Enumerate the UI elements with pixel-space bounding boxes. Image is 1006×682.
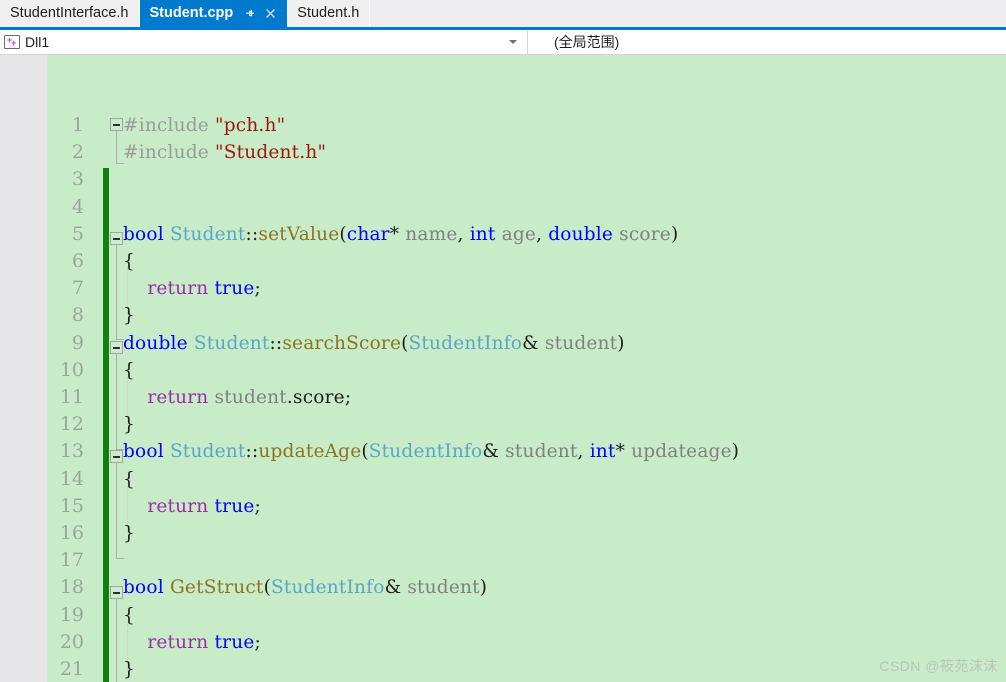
code-line[interactable]: 16} (0, 520, 1006, 547)
line-number: 2 (71, 141, 84, 164)
code-line[interactable]: 2 #include "Student.h" (0, 139, 1006, 166)
line-number: 7 (71, 277, 84, 300)
line-content[interactable]: } (123, 302, 135, 329)
code-line[interactable]: 3 (0, 166, 1006, 193)
code-line[interactable]: 11 return student.score; (0, 384, 1006, 411)
line-content[interactable]: return true; (123, 493, 261, 520)
line-number: 13 (59, 440, 84, 463)
code-line[interactable]: 12} (0, 411, 1006, 438)
code-line[interactable]: 14 { (0, 466, 1006, 493)
code-line[interactable]: 10 { (0, 357, 1006, 384)
line-number: 20 (59, 630, 84, 653)
line-number: 10 (59, 358, 84, 381)
code-line[interactable]: 13 bool Student::updateAge(StudentInfo& s… (0, 438, 1006, 465)
code-line[interactable]: 1 #include "pch.h" (0, 112, 1006, 139)
code-line[interactable]: 7 return true; (0, 275, 1006, 302)
line-number: 9 (71, 331, 84, 354)
code-line[interactable]: 5 bool Student::setValue(char* name, int … (0, 221, 1006, 248)
code-line[interactable]: 20 return true; (0, 629, 1006, 656)
project-name: Dll1 (25, 34, 50, 50)
code-line[interactable]: 6{ (0, 248, 1006, 275)
line-content[interactable]: return true; (123, 275, 261, 302)
line-number: 1 (71, 114, 84, 136)
line-content[interactable]: { (123, 466, 135, 493)
chevron-down-icon[interactable] (509, 40, 517, 44)
line-number: 6 (71, 250, 84, 272)
tab-student-h[interactable]: Student.h (287, 0, 371, 27)
line-content[interactable]: } (123, 411, 135, 438)
editor-navigation-bar: + + Dll1 (全局范围) (0, 30, 1006, 55)
line-content[interactable]: { (123, 357, 135, 384)
code-editor[interactable]: 1 #include "pch.h" 2 #include "Student.h" 3 4… (0, 55, 1006, 682)
tab-label: StudentInterface.h (10, 5, 129, 22)
line-number: 14 (59, 467, 84, 490)
line-number: 8 (71, 304, 84, 327)
line-number: 5 (71, 222, 84, 245)
line-number: 21 (59, 658, 84, 680)
line-content[interactable]: { (123, 602, 135, 629)
line-number: 17 (59, 549, 84, 572)
pin-icon[interactable] (243, 7, 256, 20)
line-content[interactable]: #include "pch.h" (123, 112, 285, 139)
code-line[interactable]: 4 (0, 194, 1006, 221)
scope-dropdown[interactable]: (全局范围) (528, 30, 1006, 54)
line-content[interactable]: } (123, 520, 135, 547)
line-content[interactable]: return true; (123, 629, 261, 656)
code-line[interactable]: 19 { (0, 602, 1006, 629)
tab-strip-empty-area (370, 0, 1006, 27)
line-number: 18 (59, 576, 84, 599)
line-content[interactable]: #include "Student.h" (123, 139, 326, 166)
code-line[interactable]: 18 bool GetStruct(StudentInfo& student) (0, 574, 1006, 601)
close-icon[interactable] (264, 7, 277, 20)
line-content[interactable]: } (123, 656, 135, 682)
tab-student-interface-h[interactable]: StudentInterface.h (0, 0, 140, 27)
line-content[interactable]: bool GetStruct(StudentInfo& student) (123, 574, 487, 601)
scope-label: (全局范围) (554, 34, 620, 50)
line-number: 4 (71, 195, 84, 218)
tab-student-cpp[interactable]: Student.cpp (139, 0, 288, 27)
code-line[interactable]: 9 double Student::searchScore(StudentInfo… (0, 330, 1006, 357)
line-number: 11 (59, 386, 84, 408)
code-line[interactable]: 8} (0, 302, 1006, 329)
code-line[interactable]: 17 (0, 547, 1006, 574)
line-content[interactable]: bool Student::updateAge(StudentInfo& stu… (123, 438, 739, 465)
line-number: 15 (59, 494, 84, 517)
line-content[interactable]: return student.score; (123, 384, 351, 411)
tab-label: Student.cpp (149, 5, 234, 22)
line-number: 19 (59, 603, 84, 626)
line-number: 12 (59, 413, 84, 436)
line-content[interactable]: { (123, 248, 135, 275)
code-line[interactable]: 21} (0, 656, 1006, 682)
editor-tab-strip: StudentInterface.h Student.cpp Student.h (0, 0, 1006, 27)
line-content[interactable]: double Student::searchScore(StudentInfo&… (123, 330, 625, 357)
project-dropdown[interactable]: + + Dll1 (0, 30, 527, 54)
line-number: 3 (71, 168, 84, 191)
code-line[interactable]: 15 return true; (0, 493, 1006, 520)
tab-label: Student.h (297, 5, 360, 22)
cpp-project-icon: + + (4, 35, 20, 49)
line-content[interactable]: bool Student::setValue(char* name, int a… (123, 221, 678, 248)
line-number: 16 (59, 522, 84, 544)
watermark: CSDN @筱苑沫沫 (879, 658, 998, 674)
